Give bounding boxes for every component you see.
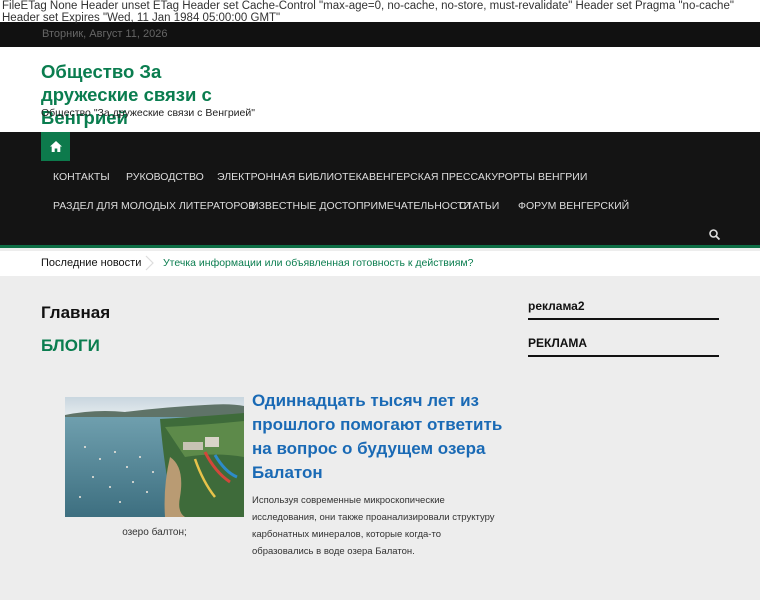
nav-item-resorts[interactable]: Курорты Венгрии	[485, 171, 587, 183]
sidebar-widget-title-ad2: реклама2	[528, 299, 719, 320]
nav-item-press[interactable]: Венгерская пресса	[369, 171, 485, 183]
raw-headers-text: FileETag None Header unset ETag Header s…	[0, 0, 760, 24]
nav-item-forum[interactable]: Форум венгерский	[518, 200, 629, 212]
nav-item-landmarks[interactable]: Известные достопримечательности	[251, 200, 471, 212]
nav-item-leadership[interactable]: Руководство	[126, 171, 204, 183]
ticker-news-link[interactable]: Утечка информации или объявленная готовн…	[163, 257, 473, 269]
home-button[interactable]	[41, 132, 70, 161]
ticker-label: Последние новости	[41, 257, 142, 269]
search-icon[interactable]	[708, 228, 722, 242]
latest-news-ticker: Последние новости Утечка информации или …	[0, 251, 760, 276]
nav-item-young-writers[interactable]: Раздел для молодых литераторов	[53, 200, 255, 212]
sidebar-widget-title-ad: РЕКЛАМА	[528, 336, 719, 357]
article-thumbnail[interactable]	[65, 397, 244, 517]
blogs-section-heading[interactable]: БЛОГИ	[41, 336, 100, 356]
nav-item-contacts[interactable]: Контакты	[53, 171, 110, 183]
site-description: Общество "За дружеские связи с Венгрией"	[41, 107, 255, 119]
image-caption: озеро балтон;	[122, 527, 187, 538]
top-bar: Вторник, Август 11, 2026	[0, 22, 760, 47]
chevron-right-icon	[145, 255, 154, 271]
article-title-link[interactable]: Одиннадцать тысяч лет из прошлого помога…	[252, 389, 512, 485]
main-navigation: Контакты Руководство Электронная библиот…	[0, 132, 760, 248]
nav-item-library[interactable]: Электронная библиотека	[217, 171, 369, 183]
current-date: Вторник, Август 11, 2026	[42, 28, 168, 40]
lake-balaton-photo	[65, 397, 244, 517]
page-title: Главная	[41, 303, 111, 322]
article-excerpt: Используя современные микроскопические и…	[252, 495, 495, 557]
nav-item-articles[interactable]: Статьи	[459, 200, 499, 212]
home-icon	[49, 141, 62, 152]
site-header: Общество За дружеские связи с Венгрией О…	[0, 47, 760, 132]
